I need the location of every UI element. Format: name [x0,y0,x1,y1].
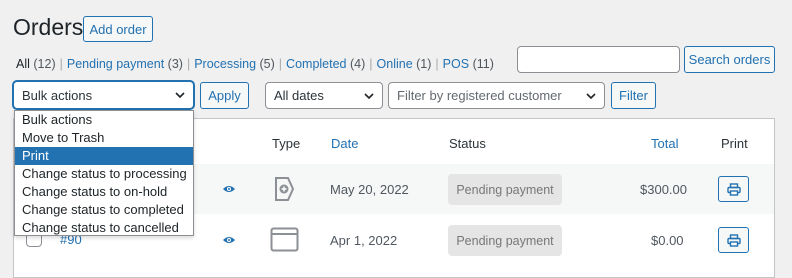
dates-value: All dates [274,88,324,103]
chevron-down-icon [364,92,374,99]
filter-button[interactable]: Filter [611,82,656,109]
filter-pending-payment[interactable]: Pending payment (3) [67,57,183,71]
dates-select[interactable]: All dates [265,82,383,109]
filter-online[interactable]: Online (1) [377,57,432,71]
chevron-down-icon [175,92,185,99]
order-total: $300.00 [640,182,687,197]
filter-completed[interactable]: Completed (4) [286,57,365,71]
status-badge: Pending payment [448,174,562,205]
bulk-option-move-to-trash[interactable]: Move to Trash [15,129,193,147]
filter-processing[interactable]: Processing (5) [194,57,275,71]
bulk-option-completed[interactable]: Change status to completed [15,201,193,219]
search-input[interactable] [517,46,680,73]
bulk-option-print[interactable]: Print [15,147,193,165]
page-title: Orders [13,14,84,40]
eye-icon[interactable] [222,235,236,245]
bulk-option-bulk-actions[interactable]: Bulk actions [15,111,193,129]
bulk-actions-select[interactable]: Bulk actions [13,81,194,109]
status-badge: Pending payment [448,225,562,256]
print-button[interactable] [718,176,749,202]
column-header-print: Print [721,136,748,151]
printer-icon [726,233,741,247]
bulk-actions-dropdown: Bulk actions Move to Trash Print Change … [14,110,194,236]
bulk-option-on-hold[interactable]: Change status to on-hold [15,183,193,201]
column-header-total[interactable]: Total [651,136,678,151]
printer-icon [726,182,741,196]
filter-pos[interactable]: POS (11) [443,57,494,71]
customer-filter-placeholder: Filter by registered customer [397,88,562,103]
status-filter-links: All (12) | Pending payment (3) | Processing … [16,57,494,71]
customer-filter-select[interactable]: Filter by registered customer [388,82,605,109]
tag-icon [275,177,295,201]
column-header-date[interactable]: Date [331,136,358,151]
chevron-down-icon [586,92,596,99]
add-order-button[interactable]: Add order [83,16,153,42]
bulk-actions-value: Bulk actions [22,87,93,103]
order-total: $0.00 [651,233,684,248]
order-date: Apr 1, 2022 [330,233,398,248]
print-button[interactable] [718,227,749,253]
column-header-status: Status [449,136,486,151]
bulk-option-cancelled[interactable]: Change status to cancelled [15,219,193,237]
browser-window-icon [270,227,299,252]
order-date: May 20, 2022 [330,182,409,197]
apply-button[interactable]: Apply [200,82,249,109]
bulk-option-processing[interactable]: Change status to processing [15,165,193,183]
filter-all[interactable]: All (12) [16,57,56,71]
search-orders-button[interactable]: Search orders [684,46,775,73]
eye-icon[interactable] [222,184,236,194]
column-header-type: Type [272,136,301,151]
